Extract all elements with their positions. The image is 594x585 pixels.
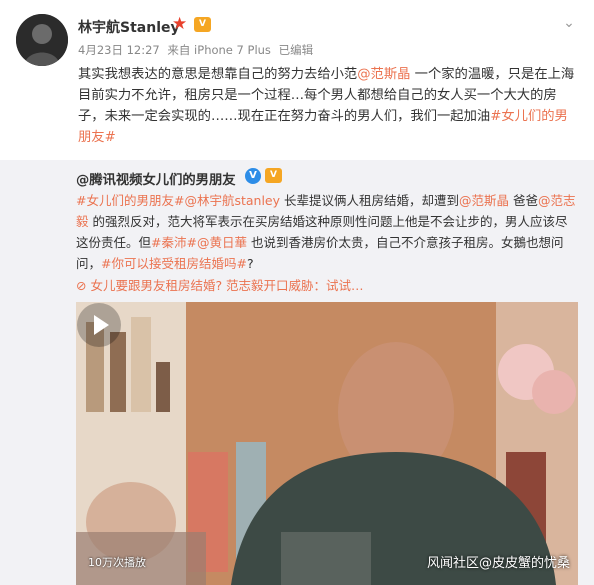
video-thumbnail (76, 302, 578, 585)
mention-link[interactable]: @林宇航stanley (184, 193, 280, 208)
repost-text-2: 爸爸 (509, 193, 538, 208)
repost-author[interactable]: @腾讯视频女儿们的男朋友 (76, 169, 236, 188)
post-date[interactable]: 4月23日 12:27 (78, 43, 160, 57)
video-player[interactable]: 10万次播放 风闻社区@皮皮蟹的忧桑 (76, 302, 578, 585)
verified-v-icon: V (245, 168, 261, 184)
weibo-post: 林宇航Stanley ★ V ⌄ 4月23日 12:27 来自 iPhone 7… (0, 0, 594, 585)
red-star-icon[interactable]: ★ (172, 14, 187, 34)
mention-link[interactable]: @黄日華 (197, 235, 247, 250)
post-source[interactable]: 来自 iPhone 7 Plus (167, 43, 271, 57)
mention-link[interactable]: @范斯晶 (459, 193, 509, 208)
avatar[interactable] (16, 14, 68, 66)
repost-text-5: ? (246, 256, 254, 271)
video-link-icon: ⊘ (76, 278, 91, 293)
watermark: 风闻社区@皮皮蟹的忧桑 (426, 556, 570, 571)
edited-label[interactable]: 已编辑 (279, 43, 314, 57)
repost-body: #女儿们的男朋友#@林宇航stanley 长辈提议俩人租房结婚，却遭到@范斯晶 … (76, 190, 576, 274)
post-body: 其实我想表达的意思是想靠自己的努力去给小范@范斯晶 一个家的温暖，只是在上海目前… (78, 64, 578, 148)
chevron-down-icon[interactable]: ⌄ (558, 12, 580, 34)
mention-link[interactable]: @范斯晶 (357, 67, 410, 82)
hashtag-link[interactable]: #你可以接受租房结婚吗# (101, 256, 247, 271)
play-icon[interactable] (76, 302, 122, 348)
post-meta: 4月23日 12:27 来自 iPhone 7 Plus 已编辑 (78, 42, 317, 58)
hashtag-link[interactable]: #秦沛# (151, 235, 197, 250)
hashtag-link[interactable]: #女儿们的男朋友# (76, 193, 184, 208)
vip-badge-icon[interactable]: V (265, 168, 282, 183)
view-count: 10万次播放 (88, 556, 146, 569)
video-link-text: 女儿要跟男友租房结婚? 范志毅开口威胁：试试… (90, 278, 364, 293)
vip-badge-icon[interactable]: V (194, 17, 211, 32)
video-link[interactable]: ⊘ 女儿要跟男友租房结婚? 范志毅开口威胁：试试… (76, 275, 364, 294)
body-text-1: 其实我想表达的意思是想靠自己的努力去给小范 (78, 67, 358, 82)
repost-text-1: 长辈提议俩人租房结婚，却遭到 (280, 193, 459, 208)
username[interactable]: 林宇航Stanley (78, 17, 180, 37)
